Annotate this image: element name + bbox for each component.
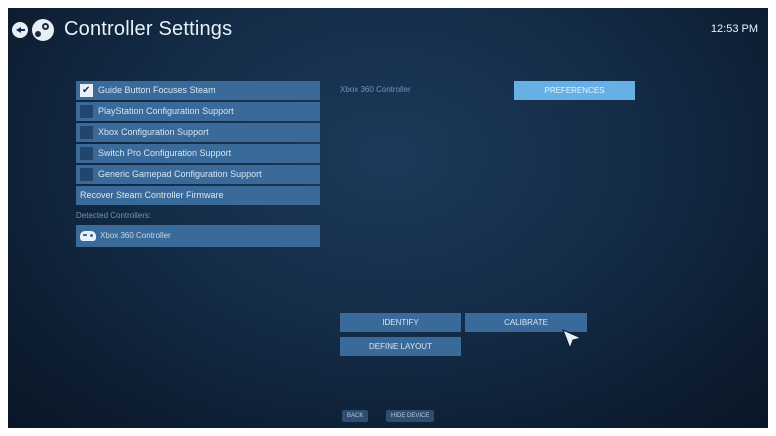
steam-big-picture-screen: Controller Settings 12:53 PM Guide Butto…	[8, 8, 768, 428]
generic-gamepad-configuration-support-option[interactable]: Generic Gamepad Configuration Support	[76, 165, 320, 184]
checkbox[interactable]	[80, 147, 93, 160]
detected-controllers-heading: Detected Controllers:	[76, 211, 152, 220]
controller-item-label: Xbox 360 Controller	[100, 231, 171, 240]
gamepad-icon	[80, 231, 96, 241]
checkbox-checked[interactable]	[80, 81, 93, 100]
detected-controller-item[interactable]: Xbox 360 Controller	[76, 225, 320, 247]
checkbox[interactable]	[80, 105, 93, 118]
recover-firmware-label: Recover Steam Controller Firmware	[80, 190, 224, 200]
xbox-configuration-support-option[interactable]: Xbox Configuration Support	[76, 123, 320, 142]
mouse-cursor-icon	[562, 329, 583, 350]
option-label: PlayStation Configuration Support	[98, 106, 234, 116]
back-arrow-icon[interactable]	[12, 22, 28, 38]
option-label: Guide Button Focuses Steam	[98, 85, 216, 95]
checkbox[interactable]	[80, 126, 93, 139]
define-layout-button[interactable]: DEFINE LAYOUT	[340, 337, 461, 356]
identify-button[interactable]: IDENTIFY	[340, 313, 461, 332]
option-label: Generic Gamepad Configuration Support	[98, 169, 262, 179]
recover-firmware-button[interactable]: Recover Steam Controller Firmware	[76, 186, 320, 205]
selected-controller-name: Xbox 360 Controller	[340, 85, 411, 94]
switch-pro-configuration-support-option[interactable]: Switch Pro Configuration Support	[76, 144, 320, 163]
guide-button-focuses-steam-option[interactable]: Guide Button Focuses Steam	[76, 81, 320, 100]
header-bar: Controller Settings 12:53 PM	[8, 8, 768, 50]
option-label: Xbox Configuration Support	[98, 127, 209, 137]
page-title: Controller Settings	[64, 18, 233, 40]
preferences-button[interactable]: PREFERENCES	[514, 81, 635, 100]
playstation-configuration-support-option[interactable]: PlayStation Configuration Support	[76, 102, 320, 121]
checkbox[interactable]	[80, 168, 93, 181]
back-hint-button[interactable]: BACK	[342, 410, 369, 422]
clock: 12:53 PM	[710, 23, 758, 35]
steam-logo-icon[interactable]	[32, 19, 54, 41]
option-label: Switch Pro Configuration Support	[98, 148, 232, 158]
hide-device-hint-button[interactable]: HIDE DEVICE	[386, 410, 435, 422]
